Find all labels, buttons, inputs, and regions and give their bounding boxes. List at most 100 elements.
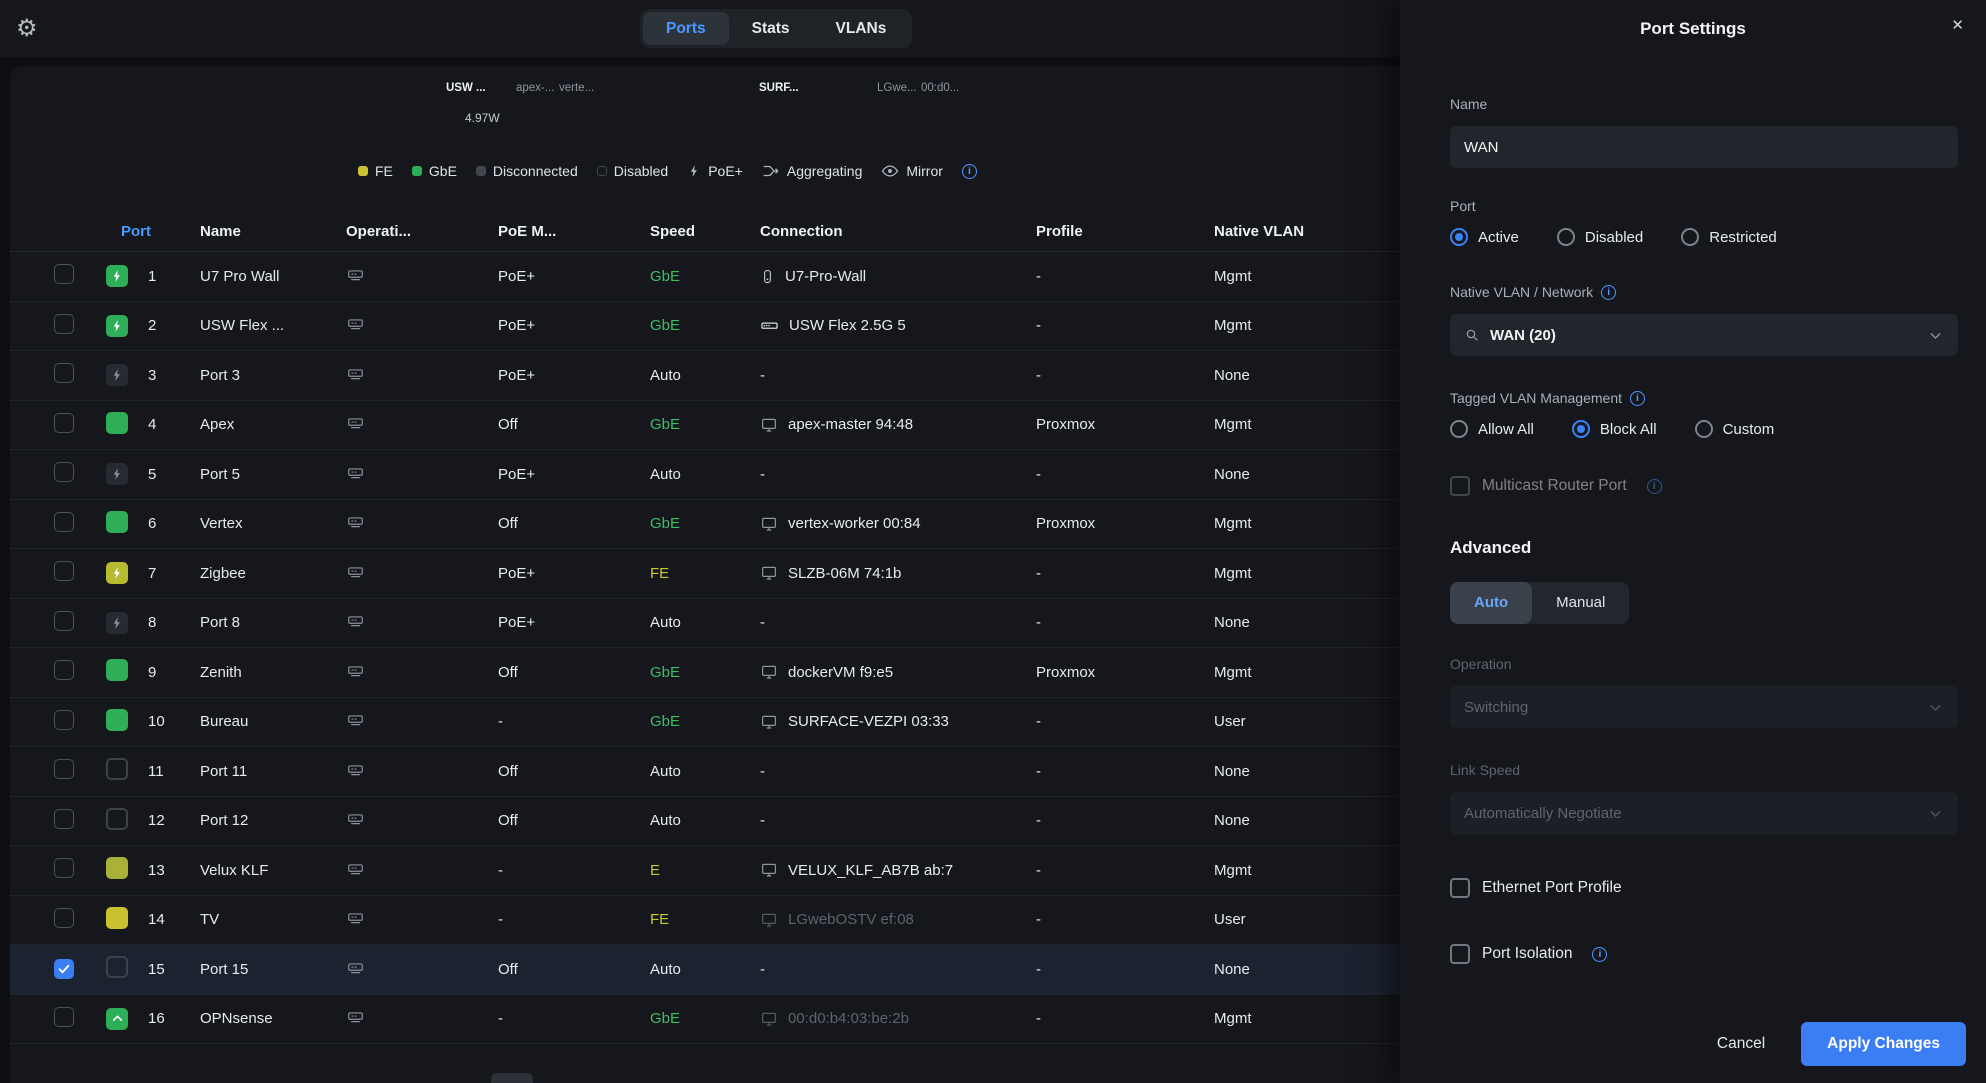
col-connection[interactable]: Connection xyxy=(760,223,1036,240)
info-icon[interactable]: i xyxy=(1647,479,1662,494)
settings-gear-icon[interactable]: ⚙ xyxy=(16,14,38,43)
row-checkbox[interactable] xyxy=(54,561,74,581)
port-name: Port 3 xyxy=(200,367,346,384)
server-icon xyxy=(760,911,778,929)
port-device-label: 00:d0... xyxy=(921,82,959,94)
port-number: 15 xyxy=(148,961,200,978)
row-checkbox[interactable] xyxy=(54,809,74,829)
radio-active[interactable]: Active xyxy=(1450,228,1519,246)
tab-stats[interactable]: Stats xyxy=(729,12,813,45)
port-number: 14 xyxy=(148,911,200,928)
info-icon[interactable]: i xyxy=(1601,285,1616,300)
row-checkbox[interactable] xyxy=(54,759,74,779)
segment-auto[interactable]: Auto xyxy=(1450,582,1532,624)
col-speed[interactable]: Speed xyxy=(650,223,760,240)
poe-mode: Off xyxy=(498,416,650,433)
radio-restricted[interactable]: Restricted xyxy=(1681,228,1777,246)
legend-item-poeplus: PoE+ xyxy=(687,163,743,179)
connection-text: - xyxy=(760,812,765,829)
port-name: Port 12 xyxy=(200,812,346,829)
port-status-icon xyxy=(106,709,128,731)
close-icon[interactable]: ✕ xyxy=(1951,16,1964,34)
disconnected-dot-icon xyxy=(476,166,486,176)
col-operation[interactable]: Operati... xyxy=(346,223,498,240)
legend-label: GbE xyxy=(429,163,457,179)
row-checkbox[interactable] xyxy=(54,512,74,532)
native-vlan-label: Native VLAN / Network i xyxy=(1450,284,1958,300)
multicast-router-port-checkbox[interactable]: Multicast Router Port i xyxy=(1450,476,1958,496)
port-status-icon xyxy=(106,907,128,929)
disabled-dot-icon xyxy=(597,166,607,176)
poe-mode: PoE+ xyxy=(498,268,650,285)
tab-vlans[interactable]: VLANs xyxy=(813,12,910,45)
radio-disabled[interactable]: Disabled xyxy=(1557,228,1643,246)
connection: - xyxy=(760,763,1036,780)
row-checkbox[interactable] xyxy=(54,858,74,878)
col-name[interactable]: Name xyxy=(200,223,346,240)
port-isolation-checkbox[interactable]: Port Isolation i xyxy=(1450,944,1958,964)
row-checkbox[interactable] xyxy=(54,959,74,979)
profile: Proxmox xyxy=(1036,664,1214,681)
row-checkbox[interactable] xyxy=(54,462,74,482)
col-profile[interactable]: Profile xyxy=(1036,223,1214,240)
poe-mode: Off xyxy=(498,812,650,829)
apply-changes-button[interactable]: Apply Changes xyxy=(1801,1022,1966,1066)
server-icon xyxy=(760,515,778,533)
tagged-vlan-radios: Allow All Block All Custom xyxy=(1450,420,1958,438)
profile: - xyxy=(1036,961,1214,978)
port-device-label: LGwe... xyxy=(877,82,917,94)
row-checkbox[interactable] xyxy=(54,1007,74,1027)
row-checkbox[interactable] xyxy=(54,611,74,631)
switch-device-icon xyxy=(346,364,365,383)
radio-custom[interactable]: Custom xyxy=(1695,420,1775,438)
cancel-button[interactable]: Cancel xyxy=(1717,1035,1765,1053)
legend-info-icon[interactable]: i xyxy=(962,164,977,179)
port-name: Velux KLF xyxy=(200,862,346,879)
info-icon[interactable]: i xyxy=(1630,391,1645,406)
profile: - xyxy=(1036,268,1214,285)
port-status-icon xyxy=(106,315,128,337)
legend-item-fe: FE xyxy=(358,163,393,179)
ethernet-port-profile-checkbox[interactable]: Ethernet Port Profile xyxy=(1450,878,1958,898)
row-checkbox[interactable] xyxy=(54,363,74,383)
segment-manual[interactable]: Manual xyxy=(1532,582,1629,624)
operation-select[interactable]: Switching xyxy=(1450,686,1958,728)
port-status-icon xyxy=(106,612,128,634)
col-port[interactable]: Port xyxy=(106,223,200,240)
switch-device-icon xyxy=(346,265,365,284)
radio-allow-all[interactable]: Allow All xyxy=(1450,420,1534,438)
row-checkbox[interactable] xyxy=(54,314,74,334)
poe-mode: PoE+ xyxy=(498,565,650,582)
port-number: 3 xyxy=(148,367,200,384)
row-checkbox[interactable] xyxy=(54,660,74,680)
speed: Auto xyxy=(650,614,760,631)
connection-text: - xyxy=(760,763,765,780)
native-vlan-select[interactable]: WAN (20) xyxy=(1450,314,1958,356)
speed: FE xyxy=(650,565,760,582)
row-checkbox[interactable] xyxy=(54,264,74,284)
row-checkbox[interactable] xyxy=(54,710,74,730)
legend-label: Disconnected xyxy=(493,163,578,179)
radio-block-all[interactable]: Block All xyxy=(1572,420,1657,438)
profile: Proxmox xyxy=(1036,416,1214,433)
pagination-stub[interactable] xyxy=(491,1073,533,1083)
port-legend: FEGbEDisconnectedDisabledPoE+Aggregating… xyxy=(358,160,977,182)
tab-ports[interactable]: Ports xyxy=(643,12,729,45)
poe-mode: - xyxy=(498,911,650,928)
server-icon xyxy=(760,1010,778,1028)
port-status-icon xyxy=(106,1008,128,1030)
speed: Auto xyxy=(650,466,760,483)
info-icon[interactable]: i xyxy=(1592,947,1607,962)
col-poe-mode[interactable]: PoE M... xyxy=(498,223,650,240)
poe-mode: PoE+ xyxy=(498,614,650,631)
fe-dot-icon xyxy=(358,166,368,176)
chevron-down-icon xyxy=(1927,805,1944,822)
row-checkbox[interactable] xyxy=(54,908,74,928)
operation-label: Operation xyxy=(1450,656,1958,672)
row-checkbox[interactable] xyxy=(54,413,74,433)
panel-footer: Cancel Apply Changes xyxy=(1400,1005,1986,1083)
name-input[interactable] xyxy=(1450,126,1958,168)
link-speed-select[interactable]: Automatically Negotiate xyxy=(1450,792,1958,834)
ap-icon xyxy=(760,268,775,285)
port-name: Vertex xyxy=(200,515,346,532)
